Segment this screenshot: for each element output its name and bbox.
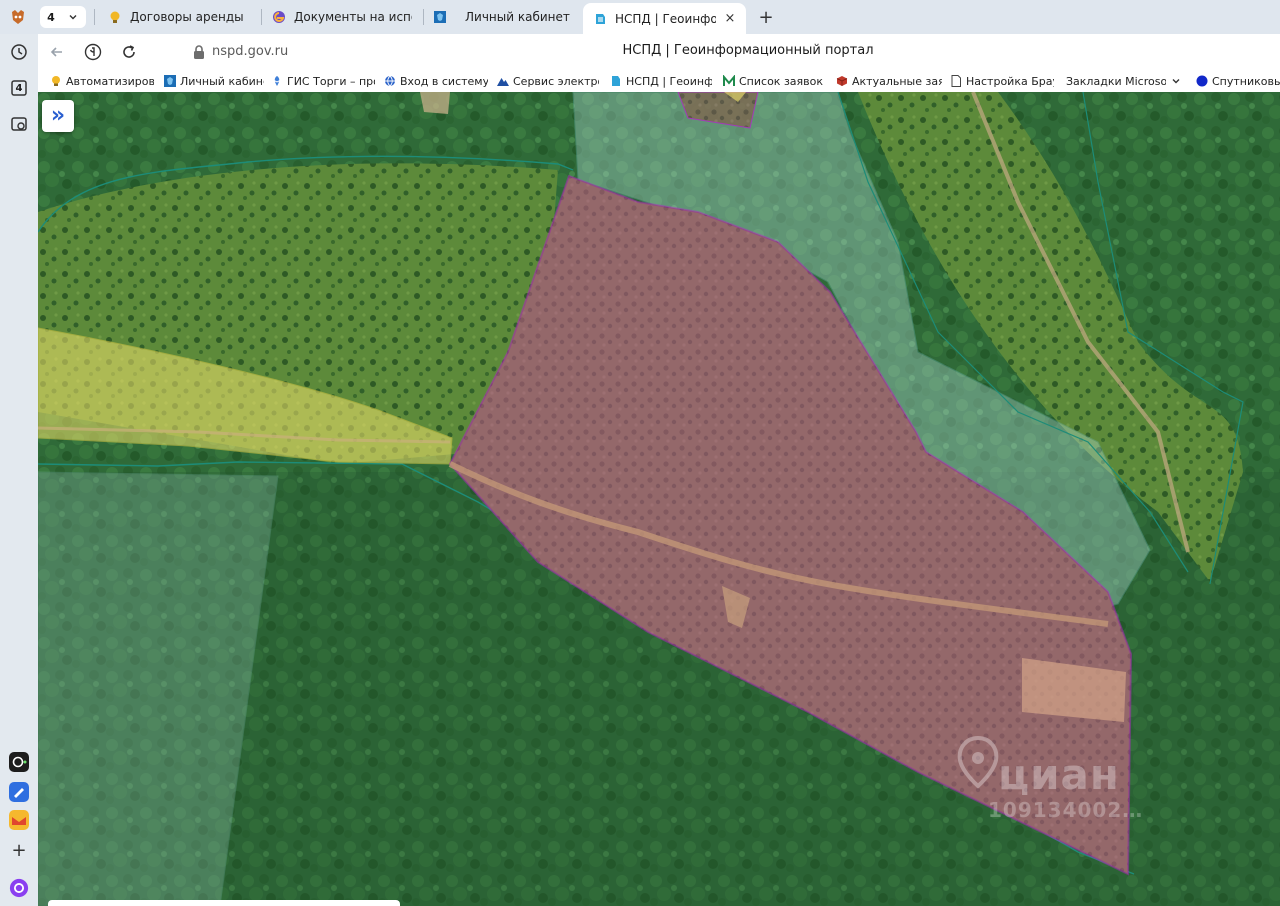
new-tab-button[interactable]: + — [754, 5, 778, 29]
app-shortcut-notes[interactable] — [9, 782, 29, 802]
tab-separator — [94, 9, 95, 25]
side-panel: 4 + — [0, 34, 38, 906]
emblem-icon — [433, 10, 447, 24]
bottom-panel-handle[interactable] — [48, 900, 400, 906]
bookmark-label: Сервис электрони — [513, 74, 599, 88]
lock-icon[interactable] — [192, 44, 206, 60]
tab-strip: 4 Договоры аренды земли Документы на исп… — [0, 0, 1280, 34]
tab-personal-account[interactable]: Личный кабинет — [423, 3, 581, 31]
alice-assistant-button[interactable] — [9, 878, 29, 898]
app-shortcut-timer[interactable] — [9, 752, 29, 772]
arrow-left-icon — [50, 47, 62, 57]
emblem-icon — [164, 75, 176, 87]
watermark-id: 109134002… — [988, 798, 1144, 822]
reload-button[interactable] — [118, 41, 140, 63]
yandex-icon — [84, 43, 102, 61]
tab-label: Документы на исполнени — [294, 10, 412, 24]
bookmark-label: Список заявок — — [739, 74, 827, 88]
app-shortcut-mail[interactable] — [9, 810, 29, 830]
chevron-down-icon — [62, 6, 84, 28]
history-button[interactable] — [9, 42, 29, 62]
watermark-brand: циан — [998, 750, 1120, 799]
plus-icon: + — [758, 6, 774, 28]
tabs-badge: 4 — [15, 82, 23, 94]
bookmark-item[interactable]: Спутниковые — [1196, 73, 1280, 89]
tab-label: Личный кабинет — [465, 10, 570, 24]
tab-land-lease[interactable]: Договоры аренды земли — [98, 3, 258, 31]
map-view[interactable]: » циан 109134002… — [38, 92, 1280, 906]
tabs-count: 4 — [47, 10, 55, 24]
plus-icon: + — [11, 839, 27, 861]
nspd-icon — [593, 12, 607, 26]
screenshot-button[interactable] — [9, 114, 29, 134]
bookmark-item[interactable]: Личный кабинет — [164, 73, 264, 89]
nspd-icon — [610, 75, 622, 87]
bookmark-item[interactable]: НСПД | Геоинфор — [610, 73, 712, 89]
bookmark-label: ГИС Торги – прод — [287, 74, 375, 88]
double-chevron-right-icon: » — [50, 103, 66, 128]
tabs-counter-button[interactable]: 4 — [40, 6, 86, 28]
tab-documents[interactable]: Документы на исполнени — [262, 3, 422, 31]
close-icon[interactable]: × — [724, 11, 736, 26]
address-input[interactable]: nspd.gov.ru — [212, 44, 288, 59]
cian-watermark: циан 109134002… — [946, 732, 1186, 832]
bookmark-item[interactable]: Вход в систему :: I — [384, 73, 488, 89]
add-shortcut-button[interactable]: + — [9, 839, 29, 861]
mail-app-icon — [9, 810, 29, 830]
dot-icon — [1196, 75, 1208, 87]
alice-icon — [9, 878, 29, 898]
bookmark-label: Актуальные заяв — [852, 74, 942, 88]
pen-app-icon — [9, 782, 29, 802]
page-icon — [950, 75, 962, 87]
yandex-button[interactable] — [82, 41, 104, 63]
bookmark-label: Закладки Microsoft — [1066, 74, 1166, 88]
bookmark-item[interactable]: Автоматизирован — [50, 73, 154, 89]
bookmark-item[interactable]: ГИС Торги – прод — [271, 73, 375, 89]
gis-icon — [271, 75, 283, 87]
bookmark-label: НСПД | Геоинфор — [626, 74, 712, 88]
tab-label: НСПД | Геоинформаци — [615, 11, 716, 26]
chevron-down-icon — [1170, 75, 1182, 87]
tab-label: Договоры аренды земли — [130, 10, 248, 24]
bookmark-label: Настройка Брауз — [966, 74, 1054, 88]
small-parcel — [420, 92, 450, 114]
bulb-icon — [108, 10, 122, 24]
tabs-panel-button[interactable]: 4 — [9, 78, 29, 98]
bulb-icon — [50, 75, 62, 87]
bookmark-label: Вход в систему :: I — [400, 74, 488, 88]
page-title: НСПД | Геоинформационный портал — [622, 43, 874, 58]
reload-icon — [123, 45, 135, 58]
browser-logo-icon[interactable] — [8, 7, 28, 27]
bookmark-item[interactable]: Актуальные заяв — [836, 73, 942, 89]
m-icon — [723, 75, 735, 87]
bookmark-folder[interactable]: Закладки Microsoft — [1066, 73, 1196, 89]
bookmark-label: Спутниковые — [1212, 74, 1280, 88]
mountain-icon — [497, 75, 509, 87]
bookmark-item[interactable]: Настройка Брауз — [950, 73, 1054, 89]
bookmark-item[interactable]: Список заявок — — [723, 73, 827, 89]
bookmark-item[interactable]: Сервис электрони — [497, 73, 599, 89]
camera-icon — [11, 117, 27, 131]
bookmarks-bar: Автоматизирован Личный кабинет ГИС Торги… — [38, 70, 1280, 92]
browser-e-icon — [272, 10, 286, 24]
clock-icon — [11, 44, 27, 60]
address-toolbar: nspd.gov.ru НСПД | Геоинформационный пор… — [38, 34, 1280, 70]
expand-panel-button[interactable]: » — [42, 100, 74, 132]
globe-icon — [384, 75, 396, 87]
back-button[interactable] — [46, 41, 68, 63]
tab-nspd[interactable]: НСПД | Геоинформаци × — [583, 3, 746, 34]
cube-icon — [836, 75, 848, 87]
bookmark-label: Личный кабинет — [180, 74, 264, 88]
timer-app-icon — [9, 752, 29, 772]
bookmark-label: Автоматизирован — [66, 74, 154, 88]
